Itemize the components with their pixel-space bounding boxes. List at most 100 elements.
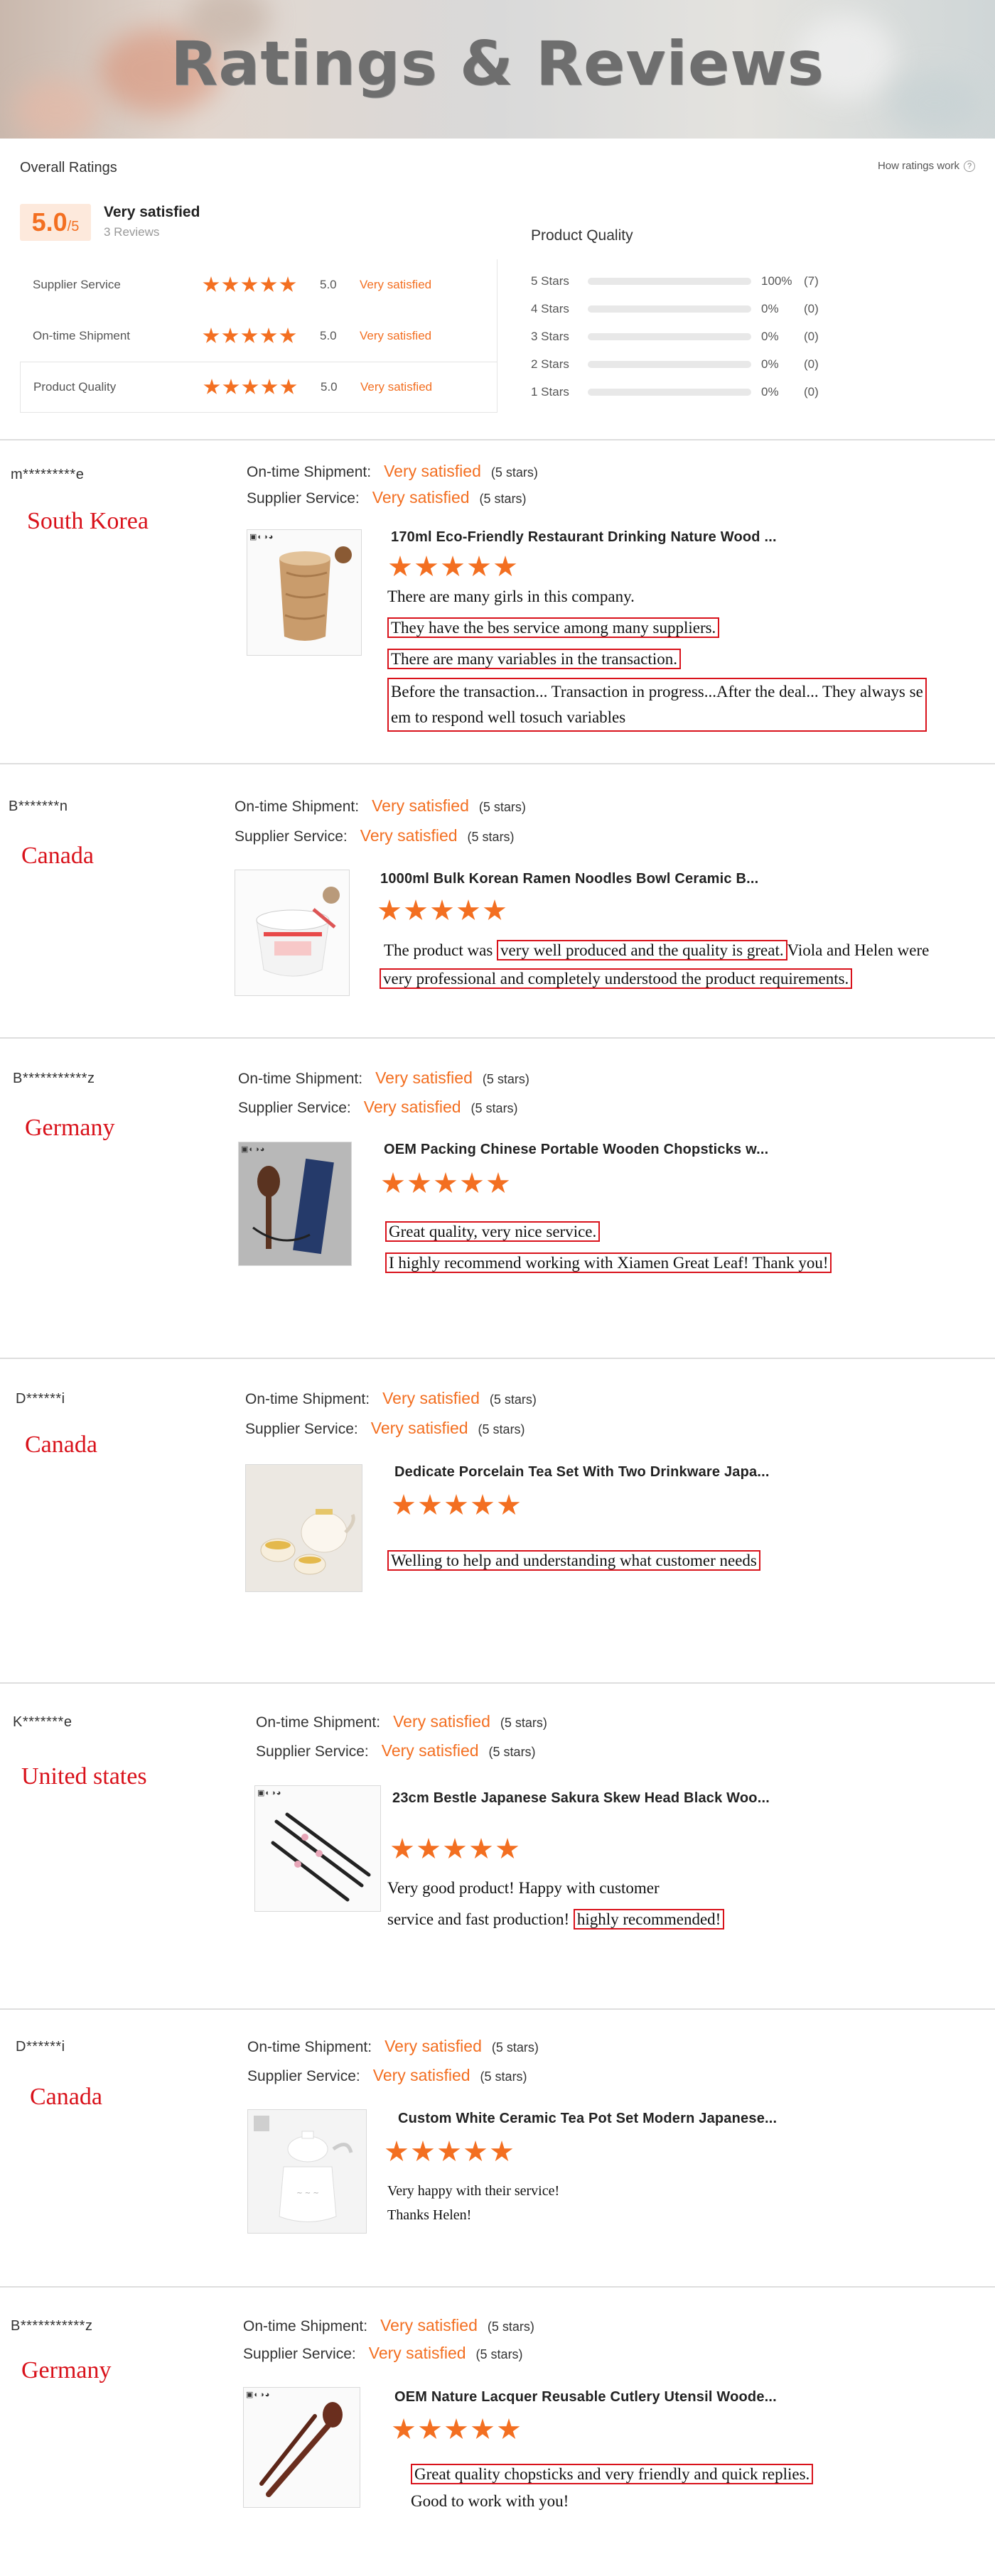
criteria-label: Very satisfied	[360, 380, 433, 394]
star-bar	[588, 305, 751, 313]
review-comment: Very good product! Happy with customer s…	[387, 1873, 956, 1935]
reviewer-country: Canada	[21, 843, 94, 869]
review-count: 3 Reviews	[104, 225, 160, 239]
star-row-3: 3 Stars 0% (0)	[531, 329, 819, 343]
product-tag-icons: ▣◐◑◕	[246, 2391, 271, 2399]
review-comment: The product was very well produced and t…	[380, 936, 974, 993]
criteria-row-ontime-shipment: On-time Shipment 5.0 Very satisfied	[20, 310, 497, 362]
wooden-cutlery-image	[244, 2388, 360, 2507]
product-name-link[interactable]: OEM Packing Chinese Portable Wooden Chop…	[384, 1142, 768, 1158]
review-stars	[385, 2141, 513, 2163]
reviewer-country: Canada	[25, 1432, 97, 1458]
product-image[interactable]: ▣◐◑◕	[238, 1142, 352, 1266]
criteria-label: Very satisfied	[360, 278, 432, 291]
product-image[interactable]	[235, 870, 350, 996]
supplier-service-rating: Supplier Service: Very satisfied (5 stars)	[247, 488, 527, 507]
review-card: D******i Canada On-time Shipment: Very sa…	[0, 2010, 995, 2287]
overall-ratings-title: Overall Ratings	[20, 160, 117, 175]
star-bar	[588, 360, 751, 368]
reviewer-name: B***********z	[11, 2318, 93, 2334]
supplier-service-rating: Supplier Service: Very satisfied (5 stars)	[238, 1098, 518, 1116]
star-bar	[588, 332, 751, 340]
reviewer-country: Germany	[25, 1115, 115, 1141]
criteria-label: Very satisfied	[360, 329, 432, 342]
ramen-bowl-image	[235, 870, 349, 995]
product-image[interactable]: ▣◐◑◕	[247, 529, 362, 656]
supplier-service-rating: Supplier Service: Very satisfied (5 stars)	[235, 826, 515, 845]
product-name-link[interactable]: Dedicate Porcelain Tea Set With Two Drin…	[394, 1464, 770, 1481]
reviewer-country: South Korea	[27, 508, 149, 534]
review-comment: Welling to help and understanding what c…	[387, 1545, 956, 1576]
criteria-value: 5.0	[320, 278, 337, 291]
criteria-row-supplier-service: Supplier Service 5.0 Very satisfied	[20, 259, 497, 310]
ratings-banner: Ratings & Reviews	[0, 0, 995, 139]
criteria-stars	[203, 379, 321, 396]
tea-set-image	[246, 1465, 362, 1591]
product-image[interactable]	[245, 1464, 362, 1592]
review-stars	[392, 2418, 520, 2441]
review-comment: Great quality chopsticks and very friend…	[411, 2461, 965, 2515]
product-quality-breakdown: Product Quality 5 Stars 100% (7) 4 Stars…	[531, 227, 979, 406]
reviewer-country: Germany	[21, 2357, 112, 2383]
criteria-name: Supplier Service	[33, 278, 121, 291]
product-image[interactable]: ~ ~ ~	[247, 2109, 367, 2234]
ontime-shipment-rating: On-time Shipment: Very satisfied (5 stars)	[245, 1389, 537, 1407]
product-name-link[interactable]: 23cm Bestle Japanese Sakura Skew Head Bl…	[392, 1790, 770, 1807]
reviewer-country: United states	[21, 1763, 147, 1790]
reviewer-name: K*******e	[13, 1714, 72, 1730]
product-name-link[interactable]: Custom White Ceramic Tea Pot Set Modern …	[398, 2111, 777, 2127]
review-card: B***********z Germany On-time Shipment: V…	[0, 2288, 995, 2576]
review-comment: Very happy with their service! Thanks He…	[387, 2183, 560, 2223]
product-image[interactable]: ▣◐◑◕	[243, 2387, 360, 2508]
review-card: m*********e South Korea On-time Shipment…	[0, 440, 995, 764]
overall-score-label: Very satisfied	[104, 204, 200, 220]
reviewer-name: D******i	[16, 1391, 65, 1407]
review-card: K*******e United states On-time Shipment…	[0, 1684, 995, 2011]
criteria-value: 5.0	[320, 329, 337, 342]
ontime-shipment-rating: On-time Shipment: Very satisfied (5 stars)	[247, 2037, 539, 2055]
ontime-shipment-rating: On-time Shipment: Very satisfied (5 stars)	[235, 796, 526, 815]
star-row-5: 5 Stars 100% (7)	[531, 274, 819, 288]
overall-ratings: Overall Ratings How ratings work ? 5.0/5…	[0, 139, 995, 440]
reviewer-name: m*********e	[11, 467, 85, 482]
supplier-service-rating: Supplier Service: Very satisfied (5 stars)	[256, 1741, 536, 1760]
ontime-shipment-rating: On-time Shipment: Very satisfied (5 stars)	[243, 2316, 534, 2334]
star-row-4: 4 Stars 0% (0)	[531, 301, 819, 315]
supplier-service-rating: Supplier Service: Very satisfied (5 stars)	[245, 1419, 525, 1437]
review-card: D******i Canada On-time Shipment: Very sa…	[0, 1359, 995, 1682]
product-tag-icons: ▣◐◑◕	[241, 1145, 266, 1154]
review-stars	[392, 1494, 520, 1517]
ceramic-teapot-image: ~ ~ ~	[248, 2110, 366, 2233]
review-card: B***********z Germany On-time Shipment: V…	[0, 1039, 995, 1358]
ontime-shipment-rating: On-time Shipment: Very satisfied (5 stars)	[256, 1712, 547, 1731]
svg-text:~ ~ ~: ~ ~ ~	[296, 2190, 319, 2197]
review-comment: Great quality, very nice service. I high…	[385, 1216, 954, 1279]
review-card: B*******n Canada On-time Shipment: Very s…	[0, 764, 995, 1038]
star-bar	[588, 388, 751, 396]
overall-score: 5.0/5	[20, 204, 91, 241]
supplier-service-rating: Supplier Service: Very satisfied (5 stars)	[247, 2066, 527, 2084]
review-stars	[382, 1172, 510, 1195]
reviewer-name: B*******n	[9, 799, 68, 814]
criteria-stars	[203, 276, 320, 293]
question-icon: ?	[964, 160, 975, 172]
criteria-list: Supplier Service 5.0 Very satisfied On-t…	[20, 259, 498, 413]
product-name-link[interactable]: 170ml Eco-Friendly Restaurant Drinking N…	[391, 529, 777, 546]
how-ratings-work-link[interactable]: How ratings work ?	[878, 160, 975, 172]
criteria-name: On-time Shipment	[33, 329, 130, 342]
reviewer-name: D******i	[16, 2039, 65, 2055]
product-quality-title: Product Quality	[531, 227, 633, 244]
criteria-value: 5.0	[321, 380, 338, 394]
how-ratings-work-label: How ratings work	[877, 160, 959, 172]
product-name-link[interactable]: 1000ml Bulk Korean Ramen Noodles Bowl Ce…	[380, 871, 758, 887]
criteria-row-product-quality[interactable]: Product Quality 5.0 Very satisfied	[20, 362, 497, 413]
product-tag-icons: ▣◐◑◕	[257, 1789, 282, 1797]
star-row-1: 1 Stars 0% (0)	[531, 384, 819, 399]
product-name-link[interactable]: OEM Nature Lacquer Reusable Cutlery Uten…	[394, 2389, 777, 2405]
chopsticks-image	[239, 1142, 351, 1265]
review-stars	[378, 899, 506, 922]
review-stars	[391, 1838, 519, 1861]
review-comment: There are many girls in this company. Th…	[387, 581, 956, 732]
product-image[interactable]: ▣◐◑◕	[254, 1785, 381, 1912]
ontime-shipment-rating: On-time Shipment: Very satisfied (5 stars)	[247, 462, 538, 480]
